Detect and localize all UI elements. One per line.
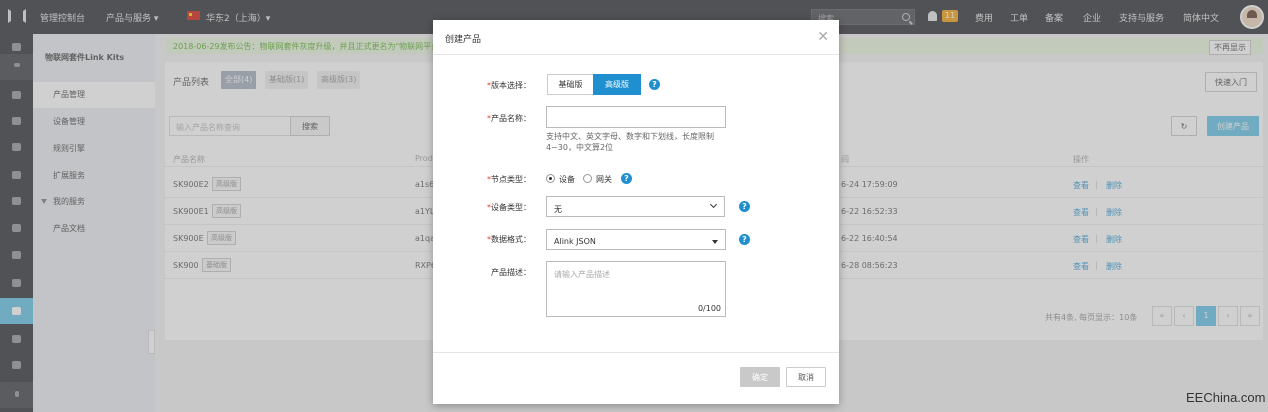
- device-type-label-text: 设备类型：: [491, 203, 531, 212]
- node-gateway-radio[interactable]: [583, 174, 592, 183]
- data-format-help-icon[interactable]: ?: [739, 234, 750, 245]
- product-name-label-text: 产品名称：: [491, 114, 531, 123]
- description-label: 产品描述：: [491, 268, 531, 277]
- edition-label: *版本选择：: [451, 80, 531, 91]
- data-format-value: Alink JSON: [554, 237, 596, 246]
- data-format-label-text: 数据格式：: [491, 235, 531, 244]
- close-icon[interactable]: ✕: [817, 29, 829, 45]
- device-type-label: *设备类型：: [451, 202, 531, 213]
- product-name-label: *产品名称：: [451, 113, 531, 124]
- cancel-button[interactable]: 取消: [786, 367, 826, 387]
- create-product-dialog: 创建产品 ✕ *版本选择： 基础版 高级版 ? *产品名称： 支持中文、英文字母…: [433, 20, 839, 404]
- node-type-label: *节点类型：: [451, 174, 531, 185]
- watermark: EEChina.com: [1186, 390, 1266, 405]
- data-format-label: *数据格式：: [451, 234, 531, 245]
- dialog-footer: 确定 取消: [433, 352, 839, 404]
- caret-down-icon: [712, 240, 718, 244]
- device-type-select[interactable]: 无: [546, 196, 725, 217]
- confirm-button[interactable]: 确定: [740, 367, 780, 387]
- device-type-value: 无: [554, 205, 562, 214]
- edition-pro-option[interactable]: 高级版: [593, 74, 641, 95]
- edition-help-icon[interactable]: ?: [649, 79, 660, 90]
- node-type-label-text: 节点类型：: [491, 175, 531, 184]
- node-device-radio[interactable]: [546, 174, 555, 183]
- description-textarea[interactable]: 请输入产品描述 0/100: [546, 261, 726, 317]
- edition-basic-option[interactable]: 基础版: [547, 74, 594, 95]
- data-format-select[interactable]: Alink JSON: [546, 229, 726, 250]
- dialog-header: 创建产品 ✕: [433, 20, 839, 55]
- node-type-help-icon[interactable]: ?: [621, 173, 632, 184]
- description-placeholder: 请输入产品描述: [554, 270, 610, 279]
- product-name-input[interactable]: [546, 106, 726, 128]
- product-name-hint: 支持中文、英文字母、数字和下划线，长度限制4~30，中文算2位: [546, 132, 714, 152]
- node-device-label[interactable]: 设备: [559, 174, 575, 185]
- node-gateway-label[interactable]: 网关: [596, 174, 612, 185]
- dialog-title: 创建产品: [445, 35, 482, 45]
- edition-label-text: 版本选择：: [491, 81, 531, 90]
- chevron-down-icon: [709, 200, 718, 209]
- description-char-counter: 0/100: [697, 304, 721, 313]
- device-type-help-icon[interactable]: ?: [739, 201, 750, 212]
